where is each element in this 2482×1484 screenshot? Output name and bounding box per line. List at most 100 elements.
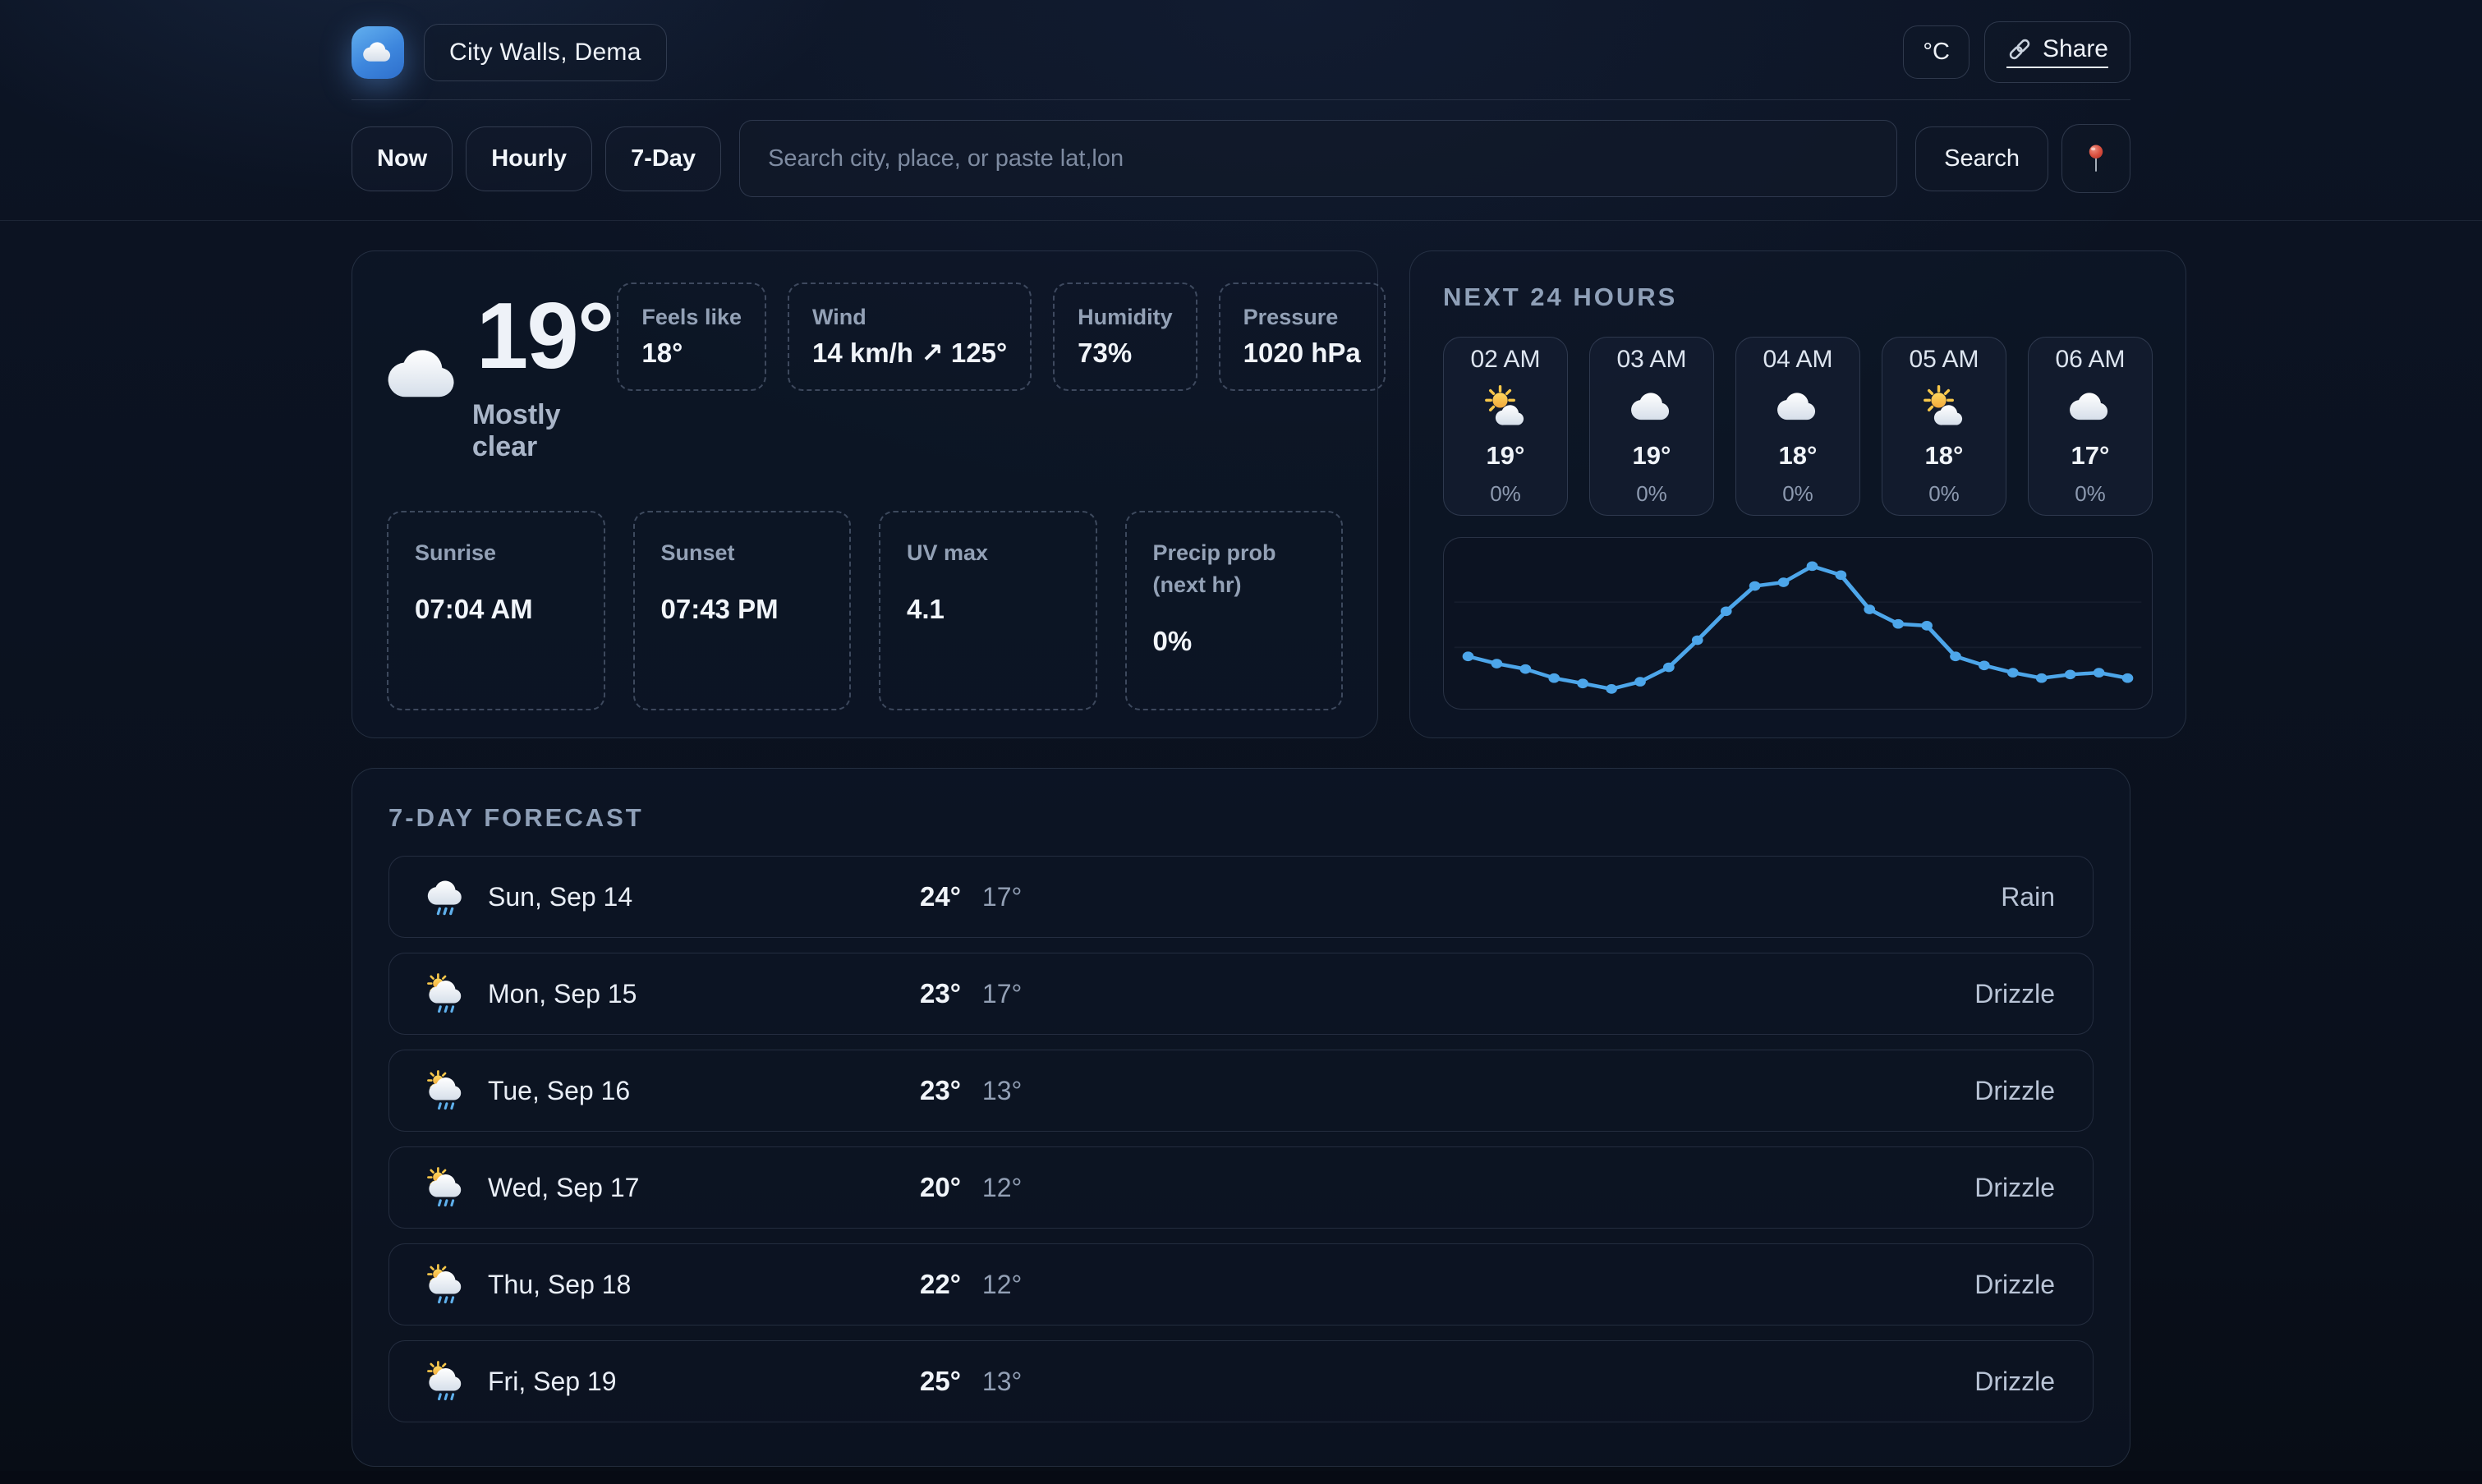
hour-weather-icon [2069,384,2112,430]
stat-label: Feels like [641,305,742,330]
share-button-content: Share [2006,35,2108,68]
forecast-condition: Drizzle [1974,1270,2055,1300]
pushpin-icon [2081,142,2111,175]
tab-7-day[interactable]: 7-Day [605,126,721,191]
hour-temperature: 19° [1633,441,1671,471]
detail-label: Sunset [661,537,824,569]
hour-time: 02 AM [1470,346,1540,374]
hour-time: 06 AM [2055,346,2125,374]
header-actions: °C Share [1903,21,2130,83]
stat-wind: Wind 14 km/h ↗ 125° [788,283,1032,391]
forecast-day-label: Fri, Sep 19 [488,1367,617,1397]
hour-05am: 05 AM 18° 0% [1882,337,2006,516]
detail-sunset: Sunset 07:43 PM [633,511,852,710]
search-button[interactable]: Search [1915,126,2048,191]
forecast-row-sun-sep-14: Sun, Sep 14 24° 17° Rain [388,856,2094,938]
locate-me-button[interactable] [2061,124,2130,193]
top-grid: 19° Mostly clear Feels like 18° Wind 14 … [352,250,2130,738]
forecast-condition: Drizzle [1974,979,2055,1009]
hour-precip-probability: 0% [1490,481,1521,507]
seven-day-forecast-card: 7-DAY FORECAST Sun, Sep 14 24° 17° Rain [352,768,2130,1467]
forecast-high-temp: 22° [920,1269,961,1300]
hour-precip-probability: 0% [1782,481,1813,507]
app-brand: City Walls, Dema [352,24,667,81]
forecast-day-label: Wed, Sep 17 [488,1173,639,1203]
detail-uv-max: UV max 4.1 [879,511,1097,710]
hour-06am: 06 AM 17° 0% [2028,337,2153,516]
stat-value: 73% [1078,338,1173,369]
stat-value: 14 km/h ↗ 125° [812,337,1007,369]
stat-value: 18° [641,338,742,369]
temperature-chart-svg [1444,538,2152,709]
stat-feels-like: Feels like 18° [617,283,766,391]
forecast-weather-icon [427,1361,465,1402]
forecast-condition: Drizzle [1974,1367,2055,1397]
hourly-strip[interactable]: 02 AM 19° 0% 03 AM 19° 0% 04 AM [1443,337,2153,516]
forecast-condition: Rain [2001,882,2055,912]
forecast-row-mon-sep-15: Mon, Sep 15 23° 17° Drizzle [388,953,2094,1035]
hour-precip-probability: 0% [1636,481,1667,507]
forecast-row-tue-sep-16: Tue, Sep 16 23° 13° Drizzle [388,1050,2094,1132]
forecast-day-label: Sun, Sep 14 [488,882,632,912]
forecast-low-temp: 13° [982,1076,1022,1106]
forecast-high-temp: 20° [920,1172,961,1203]
current-temperature: 19° [476,287,613,386]
forecast-high-temp: 24° [920,881,961,912]
forecast-low-temp: 17° [982,882,1022,912]
forecast-condition: Drizzle [1974,1076,2055,1106]
forecast-weather-icon [427,1264,465,1305]
current-weather-icon [387,331,461,420]
share-button[interactable]: Share [1984,21,2130,83]
nav-bar: NowHourly7-Day Search [352,100,2130,220]
forecast-day-cell: Mon, Sep 15 [427,973,920,1014]
hour-weather-icon [1776,384,1819,430]
forecast-day-label: Tue, Sep 16 [488,1076,630,1106]
forecast-high-temp: 23° [920,978,961,1009]
hour-temperature: 18° [1779,441,1818,471]
search-input[interactable] [739,120,1897,197]
unit-toggle-button[interactable]: °C [1903,25,1970,79]
hour-02am: 02 AM 19° 0% [1443,337,1568,516]
header: City Walls, Dema °C Share NowHourly7-Day… [0,0,2482,221]
detail-label: Precip prob (next hr) [1153,537,1316,601]
forecast-weather-icon [427,1070,465,1111]
forecast-row-wed-sep-17: Wed, Sep 17 20° 12° Drizzle [388,1146,2094,1229]
hour-time: 04 AM [1763,346,1832,374]
detail-label: UV max [907,537,1069,569]
hour-weather-icon [1923,384,1965,430]
detail-value: 07:04 AM [415,594,577,625]
main-content: 19° Mostly clear Feels like 18° Wind 14 … [352,250,2130,1467]
stat-value: 1020 hPa [1243,338,1361,369]
tab-now[interactable]: Now [352,126,453,191]
stat-humidity: Humidity 73% [1053,283,1197,391]
forecast-low-temp: 13° [982,1367,1022,1397]
tab-hourly[interactable]: Hourly [466,126,592,191]
hour-precip-probability: 0% [2075,481,2106,507]
footer-strip [0,1471,2482,1484]
location-button[interactable]: City Walls, Dema [424,24,667,81]
hour-03am: 03 AM 19° 0% [1589,337,1714,516]
forecast-list: Sun, Sep 14 24° 17° Rain Mon, Sep 15 23°… [388,856,2094,1422]
detail-sunrise: Sunrise 07:04 AM [387,511,605,710]
forecast-day-cell: Fri, Sep 19 [427,1361,920,1402]
hour-time: 05 AM [1909,346,1979,374]
next-24-hours-title: NEXT 24 HOURS [1443,283,2153,312]
share-button-label: Share [2043,35,2108,63]
stat-label: Humidity [1078,305,1173,330]
stat-label: Wind [812,305,1007,330]
weather-app-page: City Walls, Dema °C Share NowHourly7-Day… [0,0,2482,1484]
hour-temperature: 18° [1925,441,1964,471]
hour-weather-icon [1630,384,1673,430]
hour-04am: 04 AM 18° 0% [1735,337,1860,516]
forecast-day-cell: Thu, Sep 18 [427,1264,920,1305]
detail-value: 4.1 [907,594,1069,625]
forecast-weather-icon [427,973,465,1014]
link-icon [2006,36,2033,62]
current-conditions-card: 19° Mostly clear Feels like 18° Wind 14 … [352,250,1378,738]
forecast-condition: Drizzle [1974,1173,2055,1203]
next-24-hours-card: NEXT 24 HOURS 02 AM 19° 0% 03 AM 19° 0% [1409,250,2186,738]
forecast-day-cell: Tue, Sep 16 [427,1070,920,1111]
current-condition: Mostly clear [472,399,618,463]
cloud-icon [362,36,393,69]
forecast-day-cell: Wed, Sep 17 [427,1167,920,1208]
